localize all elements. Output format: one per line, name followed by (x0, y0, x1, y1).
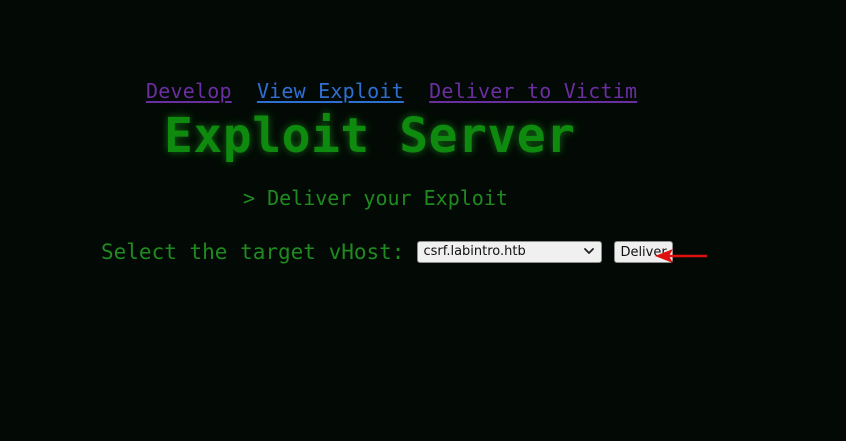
deliver-form: Select the target vHost: csrf.labintro.h… (101, 240, 673, 264)
vhost-select[interactable]: csrf.labintro.htb (417, 241, 603, 263)
vhost-select-label: Select the target vHost: (101, 240, 405, 264)
top-nav: Develop View Exploit Deliver to Victim (146, 79, 650, 103)
nav-link-develop[interactable]: Develop (146, 79, 232, 103)
nav-link-view-exploit[interactable]: View Exploit (257, 79, 404, 103)
nav-link-deliver-to-victim[interactable]: Deliver to Victim (429, 79, 637, 103)
page: Develop View Exploit Deliver to Victim E… (0, 0, 846, 441)
chevron-down-icon (584, 248, 595, 254)
vhost-select-value: csrf.labintro.htb (423, 244, 526, 259)
arrow-left-icon (655, 249, 707, 263)
page-subtitle: > Deliver your Exploit (243, 186, 508, 210)
page-title: Exploit Server (164, 108, 576, 164)
